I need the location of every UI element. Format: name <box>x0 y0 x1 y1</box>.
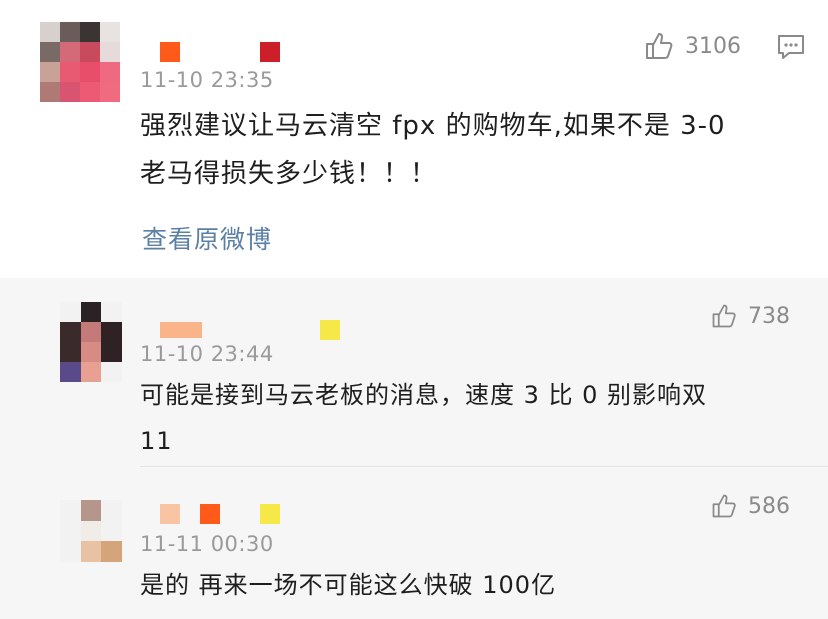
like-count: 3106 <box>685 33 741 59</box>
username-redacted[interactable] <box>160 42 280 62</box>
reply-text-line-1: 可能是接到马云老板的消息，速度 3 比 0 别影响双 <box>140 381 708 409</box>
reply-text-line-2: 11 <box>140 427 173 455</box>
like-button[interactable]: 738 <box>710 302 790 330</box>
view-original-weibo-link[interactable]: 查看原微博 <box>142 220 272 256</box>
username-redacted[interactable] <box>160 504 280 524</box>
like-button[interactable]: 3106 <box>643 30 741 62</box>
reply-list: 11-10 23:44 738 可能是接到马云老板的消息，速度 3 比 0 别影… <box>0 278 828 619</box>
thumbs-up-icon <box>646 33 673 59</box>
username-redacted[interactable] <box>160 320 340 340</box>
thumbs-up-icon <box>712 494 736 518</box>
main-comment: 11-10 23:35 3106 强烈建议让马云清空 fpx 的购物车,如果不是… <box>0 0 828 278</box>
like-count: 586 <box>748 493 790 519</box>
like-button[interactable]: 586 <box>710 492 790 520</box>
thumbs-up-icon <box>712 304 736 328</box>
reply-button[interactable] <box>776 33 806 65</box>
comment-text: 强烈建议让马云清空 fpx 的购物车,如果不是 3-0 老马得损失多少钱！！！ <box>140 102 726 198</box>
reply-text: 可能是接到马云老板的消息，速度 3 比 0 别影响双 11 <box>140 372 707 464</box>
comment-time: 11-10 23:35 <box>140 68 274 92</box>
comment-text-line-1: 强烈建议让马云清空 fpx 的购物车,如果不是 3-0 <box>140 111 726 141</box>
avatar[interactable] <box>60 500 122 562</box>
avatar[interactable] <box>40 22 120 102</box>
like-count: 738 <box>748 303 790 329</box>
reply-text: 是的 再来一场不可能这么快破 100亿 <box>140 562 556 608</box>
reply-time: 11-11 00:30 <box>140 532 274 556</box>
reply-divider <box>140 466 828 467</box>
reply-time: 11-10 23:44 <box>140 342 274 366</box>
avatar[interactable] <box>60 302 122 382</box>
reply-text-line-1: 是的 再来一场不可能这么快破 100亿 <box>140 571 557 599</box>
comment-icon <box>778 35 804 59</box>
comment-text-line-2: 老马得损失多少钱！！！ <box>140 159 438 189</box>
